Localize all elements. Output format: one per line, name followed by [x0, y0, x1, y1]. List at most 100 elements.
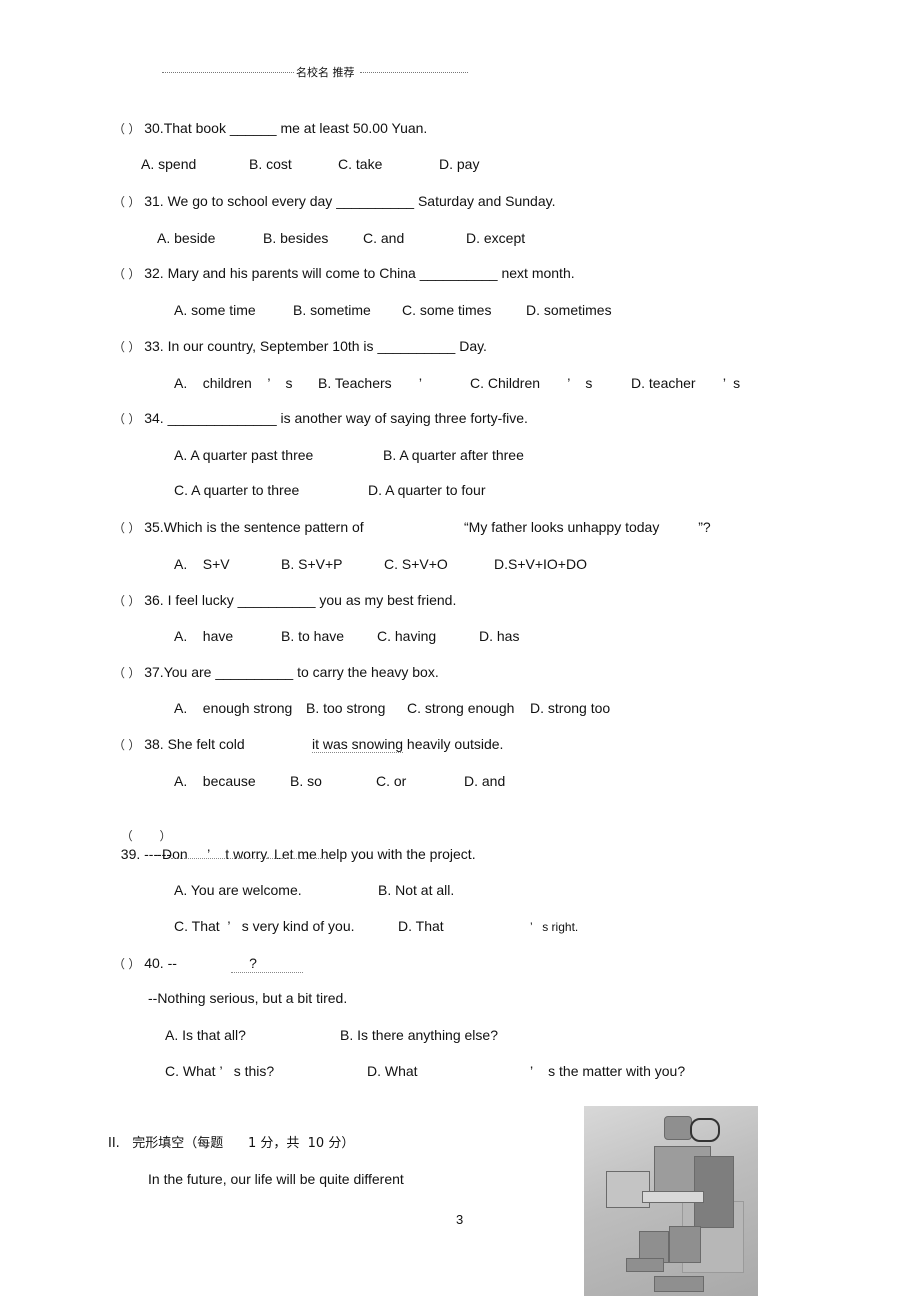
option-39-b: B. Not at all.: [378, 882, 455, 898]
option-36-a: A. have: [174, 628, 234, 644]
answer-paren[interactable]: （ ）: [113, 267, 140, 281]
question-30: （ ） 30.That book ______ me at least 50.0…: [113, 119, 427, 138]
option-32-c: C. some times: [402, 302, 492, 318]
header-dotted-line-right: [360, 72, 468, 73]
option-32-b: B. sometime: [293, 302, 371, 318]
option-36-d: D. has: [479, 628, 520, 644]
question-stem: 38. She felt cold: [144, 736, 245, 752]
answer-paren[interactable]: （ ）: [113, 412, 140, 426]
question-38: （ ） 38. She felt cold: [113, 735, 245, 754]
option-36-b: B. to have: [281, 628, 345, 644]
page-number: 3: [456, 1212, 464, 1227]
robot-foot-left: [626, 1258, 664, 1272]
question-stem-tail: Day.: [455, 338, 487, 354]
option-30-a: A. spend: [141, 156, 197, 172]
answer-blank: __________: [336, 193, 415, 209]
option-38-d: D. and: [464, 773, 506, 789]
option-33-c: C. Children ’ s: [470, 375, 593, 391]
option-40-b: B. Is there anything else?: [340, 1027, 498, 1043]
question-stem: 34.: [144, 410, 168, 426]
answer-paren[interactable]: （ ）: [113, 738, 140, 752]
question-40: （ ） 40. --: [113, 954, 177, 973]
answer-blank: ______: [229, 120, 277, 136]
answer-blank: __________: [237, 592, 316, 608]
question-stem: 35.Which is the sentence pattern of: [144, 519, 364, 535]
question-39-reply: ---: [157, 844, 331, 863]
answer-blank: ?: [231, 954, 303, 973]
question-stem-tail: me at least 50.00 Yuan.: [276, 120, 428, 136]
answer-paren[interactable]: （ ）: [113, 340, 140, 354]
question-stem-tail: you as my best friend.: [315, 592, 457, 608]
answer-paren[interactable]: （ ）: [113, 521, 140, 535]
section-2-title: II. 完形填空（每题 1 分，共 10 分）: [108, 1136, 355, 1151]
option-34-d: D. A quarter to four: [368, 482, 486, 498]
question-35-quote: “My father looks unhappy today ”?: [464, 519, 711, 535]
answer-blank: it was snowing: [312, 736, 404, 753]
option-34-c: C. A quarter to three: [174, 482, 300, 498]
option-37-a: A. enough strong: [174, 700, 293, 716]
option-40-d: D. What: [367, 1063, 418, 1079]
option-40-c: C. What ’ s this?: [165, 1063, 275, 1079]
answer-blank: __________: [215, 664, 294, 680]
header-dotted-line-left: [162, 72, 294, 73]
answer-paren[interactable]: （ ）: [113, 594, 140, 608]
option-30-b: B. cost: [249, 156, 292, 172]
reply-blank: [171, 844, 331, 859]
question-35: （ ） 35.Which is the sentence pattern of: [113, 518, 364, 537]
question-stem-tail: to carry the heavy box.: [293, 664, 439, 680]
robot-head: [664, 1116, 692, 1140]
option-37-d: D. strong too: [530, 700, 611, 716]
question-31: （ ） 31. We go to school every day ______…: [113, 192, 555, 211]
option-33-d: D. teacher ’ s: [631, 375, 741, 391]
option-39-c: C. That ’ s very kind of you.: [174, 918, 355, 934]
option-31-b: B. besides: [263, 230, 329, 246]
question-37: （ ） 37.You are __________ to carry the h…: [113, 663, 439, 682]
answer-paren[interactable]: （ ）: [113, 195, 140, 209]
section-2-intro: In the future, our life will be quite di…: [148, 1171, 404, 1187]
option-35-b: B. S+V+P: [281, 556, 343, 572]
option-32-d: D. sometimes: [526, 302, 612, 318]
option-31-a: A. beside: [157, 230, 216, 246]
question-stem: 32. Mary and his parents will come to Ch…: [144, 265, 420, 281]
question-stem-tail: next month.: [497, 265, 575, 281]
option-33-a: A. children ’ s: [174, 375, 293, 391]
question-34: （ ） 34. ______________ is another way of…: [113, 409, 528, 428]
question-stem: 36. I feel lucky: [144, 592, 238, 608]
option-31-c: C. and: [363, 230, 405, 246]
option-38-c: C. or: [376, 773, 407, 789]
option-32-a: A. some time: [174, 302, 256, 318]
option-39-d: D. That: [398, 918, 444, 934]
robot-photo: [584, 1106, 758, 1296]
question-stem: 33. In our country, September 10th is: [144, 338, 378, 354]
question-stem-tail: is another way of saying three forty-fiv…: [276, 410, 528, 426]
option-30-d: D. pay: [439, 156, 480, 172]
answer-paren[interactable]: （ ）: [113, 122, 140, 136]
answer-paren[interactable]: （ ）: [113, 666, 140, 680]
option-37-c: C. strong enough: [407, 700, 515, 716]
question-stem: 31. We go to school every day: [144, 193, 337, 209]
option-38-b: B. so: [290, 773, 322, 789]
answer-paren[interactable]: （ ）: [113, 957, 140, 971]
question-stem: 37.You are: [144, 664, 216, 680]
question-38-clause: it was snowing heavily outside.: [312, 735, 503, 753]
answer-blank: __________: [419, 265, 498, 281]
question-stem-tail: heavily outside.: [403, 736, 504, 752]
option-34-a: A. A quarter past three: [174, 447, 314, 463]
question-40-reply: --Nothing serious, but a bit tired.: [148, 990, 348, 1006]
question-33: （ ） 33. In our country, September 10th i…: [113, 337, 487, 356]
option-36-c: C. having: [377, 628, 437, 644]
robot-leg-right: [669, 1226, 701, 1263]
question-stem: 30.That book: [144, 120, 230, 136]
answer-blank: ______________: [167, 410, 277, 426]
option-39-a: A. You are welcome.: [174, 882, 302, 898]
option-39-d-tail: ’ s right.: [530, 920, 579, 934]
option-40-d-tail: ’ s the matter with you?: [530, 1063, 686, 1079]
question-stem-tail: Saturday and Sunday.: [414, 193, 556, 209]
option-33-b: B. Teachers ’: [318, 375, 423, 391]
option-35-d: D.S+V+IO+DO: [494, 556, 587, 572]
header-text: 名校名 推荐: [296, 66, 355, 79]
question-36: （ ） 36. I feel lucky __________ you as m…: [113, 591, 456, 610]
answer-paren[interactable]: （ ）: [121, 829, 172, 843]
option-30-c: C. take: [338, 156, 383, 172]
option-37-b: B. too strong: [306, 700, 386, 716]
